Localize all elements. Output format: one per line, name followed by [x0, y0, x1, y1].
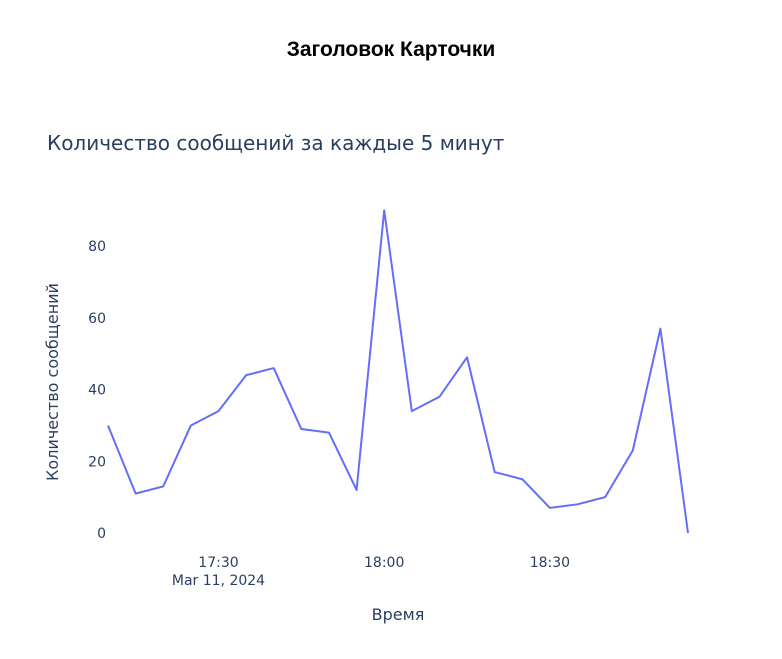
data-point[interactable] [492, 469, 498, 475]
data-point[interactable] [271, 365, 277, 371]
x-tick-date-label: Mar 11, 2024 [172, 573, 265, 589]
x-axis-title: Время [372, 605, 425, 624]
x-tick-label: 17:30 [198, 555, 238, 571]
data-point[interactable] [630, 448, 636, 454]
y-tick-label: 40 [88, 383, 106, 399]
data-point[interactable] [105, 422, 111, 428]
y-tick-label: 20 [88, 454, 106, 470]
data-point[interactable] [326, 430, 332, 436]
data-point[interactable] [436, 394, 442, 400]
data-point[interactable] [409, 408, 415, 414]
series-line [107, 209, 689, 534]
data-point[interactable] [657, 326, 663, 332]
data-point[interactable] [215, 408, 221, 414]
y-tick-label: 60 [88, 311, 106, 327]
x-axis-ticks: 17:30 Mar 11, 2024 18:00 18:30 [172, 555, 570, 589]
data-point[interactable] [685, 530, 691, 536]
data-point[interactable] [243, 372, 249, 378]
data-point[interactable] [133, 491, 139, 497]
data-point[interactable] [354, 487, 360, 493]
chart-title: Количество сообщений за каждые 5 минут [47, 131, 505, 155]
y-tick-label: 0 [97, 526, 106, 542]
plot-area [105, 207, 691, 536]
data-point[interactable] [381, 207, 387, 213]
data-point[interactable] [547, 505, 553, 511]
data-point[interactable] [575, 501, 581, 507]
x-tick-label: 18:00 [364, 555, 404, 571]
data-point[interactable] [464, 354, 470, 360]
y-axis-ticks: 0 20 40 60 80 [88, 239, 106, 542]
data-point[interactable] [188, 422, 194, 428]
data-point[interactable] [298, 426, 304, 432]
y-tick-label: 80 [88, 239, 106, 255]
data-point[interactable] [602, 494, 608, 500]
x-tick-label: 18:30 [530, 555, 570, 571]
data-point[interactable] [519, 476, 525, 482]
line-chart: Количество сообщений за каждые 5 минут 0… [43, 131, 691, 624]
data-point[interactable] [160, 483, 166, 489]
y-axis-title: Количество сообщений [43, 283, 62, 481]
